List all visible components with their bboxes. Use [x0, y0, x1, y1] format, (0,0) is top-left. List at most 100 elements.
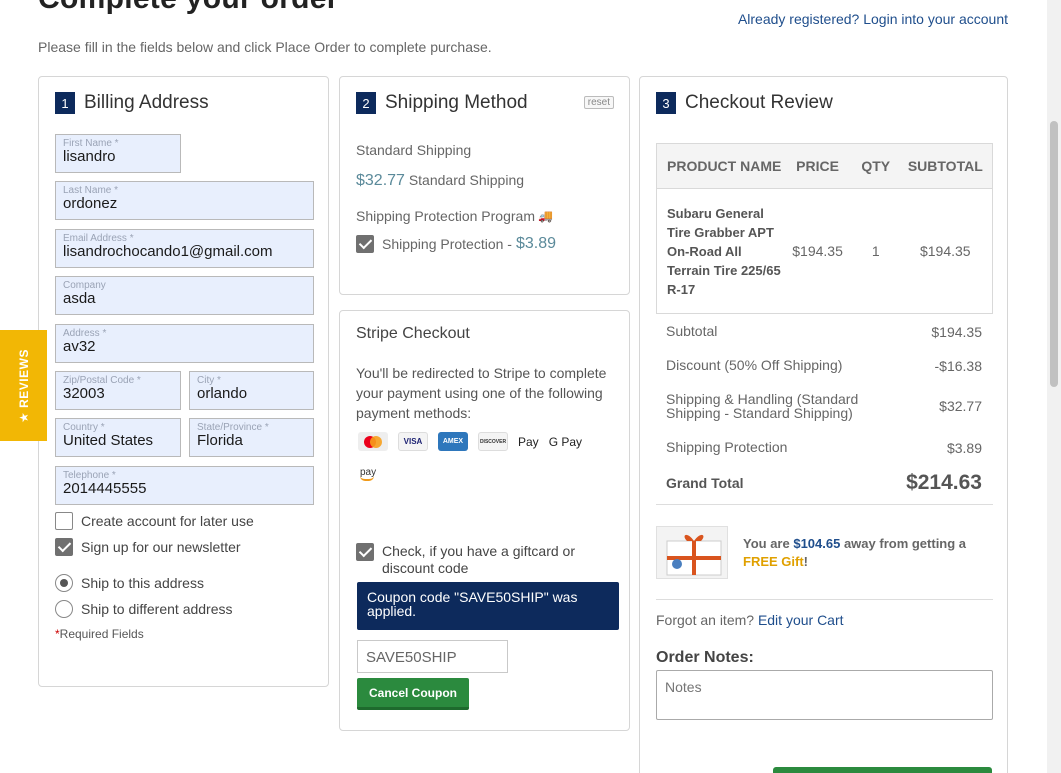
- order-notes-label: Order Notes:: [656, 649, 754, 666]
- subtotal-row: Subtotal $194.35: [666, 324, 982, 340]
- billing-panel: 1 Billing Address First Name * lisandro …: [38, 76, 329, 687]
- grand-total-label: Grand Total: [666, 475, 744, 491]
- apple-pay-icon: Pay: [518, 434, 539, 449]
- first-name-field[interactable]: First Name * lisandro: [55, 134, 181, 173]
- protection-option[interactable]: Shipping Protection - $3.89: [356, 235, 556, 253]
- discount-row: Discount (50% Off Shipping) -$16.38: [666, 358, 982, 374]
- forgot-item: Forgot an item? Edit your Cart: [656, 612, 844, 628]
- intro-text: Please fill in the fields below and clic…: [38, 39, 492, 55]
- order-table: PRODUCT NAME PRICE QTY SUBTOTAL Subaru G…: [656, 143, 993, 314]
- step-number-2: 2: [356, 92, 376, 114]
- address-field[interactable]: Address * av32: [55, 324, 314, 363]
- discover-icon: DISCOVER: [478, 432, 508, 451]
- grand-total-value: $214.63: [906, 471, 982, 494]
- shipping-method-title: Standard Shipping: [356, 142, 472, 158]
- protection-program-title: Shipping Protection Program: [356, 208, 535, 224]
- zip-field[interactable]: Zip/Postal Code * 32003: [55, 371, 181, 410]
- divider: [656, 599, 993, 600]
- city-field[interactable]: City * orlando: [189, 371, 314, 410]
- billing-title-label: Billing Address: [84, 92, 209, 113]
- login-link[interactable]: Already registered? Login into your acco…: [738, 11, 1008, 27]
- place-order-button[interactable]: [773, 767, 992, 773]
- company-field[interactable]: Company asda: [55, 276, 314, 315]
- amazon-pay-icon: pay: [360, 467, 376, 481]
- city-value: orlando: [197, 385, 248, 402]
- required-label: Required Fields: [59, 627, 144, 641]
- required-fields-note: *Required Fields: [55, 627, 144, 641]
- last-name-field[interactable]: Last Name * ordonez: [55, 181, 314, 220]
- coupon-applied-message: Coupon code "SAVE50SHIP" was applied.: [357, 582, 619, 630]
- telephone-field[interactable]: Telephone * 2014445555: [55, 466, 314, 505]
- stripe-panel: Stripe Checkout You'll be redirected to …: [339, 310, 630, 731]
- country-select[interactable]: Country * United States: [55, 418, 181, 457]
- protection-row: Shipping Protection $3.89: [666, 440, 982, 456]
- ship-to-different-radio[interactable]: [55, 600, 73, 618]
- visa-icon: VISA: [398, 432, 428, 451]
- address-value: av32: [63, 338, 96, 355]
- billing-title: 1 Billing Address: [55, 92, 209, 114]
- col-product-name: PRODUCT NAME: [667, 158, 782, 174]
- shipping-handling-value: $32.77: [939, 398, 982, 414]
- reviews-tab-label: ★ REVIEWS: [16, 348, 31, 423]
- newsletter-label: Sign up for our newsletter: [81, 539, 241, 555]
- gift-box-image: [656, 526, 728, 579]
- shipping-handling-row: Shipping & Handling (Standard Shipping -…: [666, 392, 982, 420]
- edit-cart-link[interactable]: Edit your Cart: [758, 612, 844, 628]
- company-label: Company: [63, 280, 106, 291]
- ship-to-different-option[interactable]: Ship to different address: [55, 600, 233, 618]
- gift-suffix: !: [803, 554, 809, 569]
- shipping-method-option[interactable]: $32.77 Standard Shipping: [356, 172, 524, 190]
- create-account-option[interactable]: Create account for later use: [55, 512, 254, 530]
- col-subtotal: SUBTOTAL: [907, 158, 983, 174]
- coupon-input[interactable]: SAVE50SHIP: [357, 640, 508, 673]
- forgot-text: Forgot an item?: [656, 612, 758, 628]
- shipping-method-price: $32.77: [356, 172, 405, 189]
- ship-to-this-radio[interactable]: [55, 574, 73, 592]
- shipping-method-name: Standard Shipping: [408, 172, 525, 188]
- review-title-label: Checkout Review: [685, 92, 833, 113]
- gift-amount: $104.65: [793, 536, 841, 551]
- payment-methods: VISA AMEX DISCOVER Pay G Pay: [358, 432, 592, 451]
- protection-label: Shipping Protection -: [382, 236, 512, 252]
- first-name-value: lisandro: [63, 148, 116, 165]
- product-name: Subaru General Tire Grabber APT On-Road …: [667, 205, 781, 297]
- cancel-coupon-button[interactable]: Cancel Coupon: [357, 678, 469, 710]
- discount-label: Discount (50% Off Shipping): [666, 357, 843, 373]
- scrollbar[interactable]: [1047, 0, 1061, 773]
- create-account-label: Create account for later use: [81, 513, 254, 529]
- subtotal-value: $194.35: [931, 324, 982, 340]
- gift-prefix: You are: [743, 536, 794, 551]
- country-value: United States: [63, 432, 154, 449]
- newsletter-checkbox[interactable]: [55, 538, 73, 556]
- step-number-3: 3: [656, 92, 676, 114]
- col-price: PRICE: [796, 158, 839, 174]
- protection-program: Shipping Protection Program 🚚: [356, 208, 553, 224]
- ship-to-this-option[interactable]: Ship to this address: [55, 574, 204, 592]
- reset-button[interactable]: reset: [583, 96, 614, 109]
- review-title: 3 Checkout Review: [656, 92, 833, 114]
- email-value: lisandrochocando1@gmail.com: [63, 243, 273, 260]
- address-label: Address *: [63, 328, 107, 339]
- create-account-checkbox[interactable]: [55, 512, 73, 530]
- ship-to-this-label: Ship to this address: [81, 575, 204, 591]
- product-price: $194.35: [792, 243, 843, 259]
- protection-total-label: Shipping Protection: [666, 439, 788, 455]
- email-field[interactable]: Email Address * lisandrochocando1@gmail.…: [55, 229, 314, 268]
- col-qty: QTY: [861, 158, 891, 174]
- scrollbar-thumb[interactable]: [1050, 121, 1058, 387]
- state-select[interactable]: State/Province * Florida: [189, 418, 314, 457]
- giftcard-checkbox[interactable]: [356, 543, 374, 561]
- last-name-value: ordonez: [63, 195, 118, 212]
- mastercard-icon: [358, 432, 388, 451]
- giftcard-option[interactable]: Check, if you have a giftcard or discoun…: [356, 543, 616, 577]
- giftcard-label: Check, if you have a giftcard or discoun…: [382, 543, 575, 576]
- newsletter-option[interactable]: Sign up for our newsletter: [55, 538, 241, 556]
- table-row: Subaru General Tire Grabber APT On-Road …: [657, 189, 992, 313]
- review-panel: 3 Checkout Review PRODUCT NAME PRICE QTY…: [639, 76, 1008, 773]
- order-notes-input[interactable]: [656, 670, 993, 720]
- product-subtotal: $194.35: [919, 243, 971, 259]
- protection-checkbox[interactable]: [356, 235, 374, 253]
- reviews-tab[interactable]: ★ REVIEWS: [0, 330, 47, 441]
- step-number-1: 1: [55, 92, 75, 114]
- page-title: Complete your order: [38, 0, 339, 16]
